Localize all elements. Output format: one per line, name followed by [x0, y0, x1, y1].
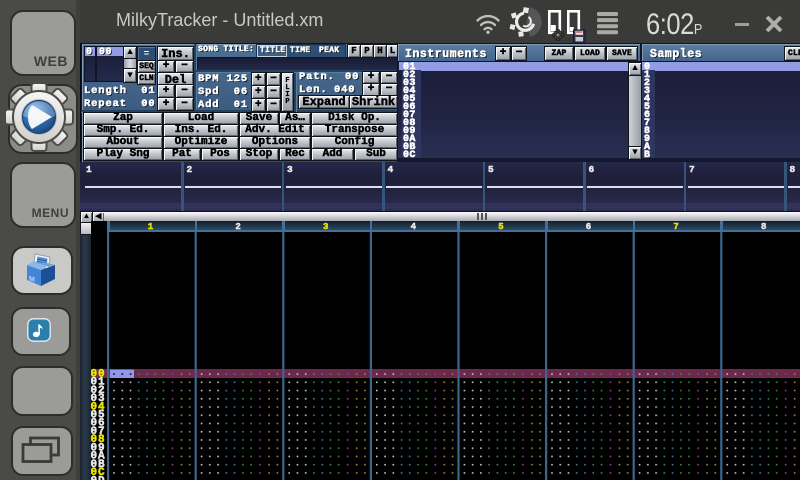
svg-text:0D: 0D [91, 475, 106, 480]
svg-text:M: M [29, 275, 35, 284]
